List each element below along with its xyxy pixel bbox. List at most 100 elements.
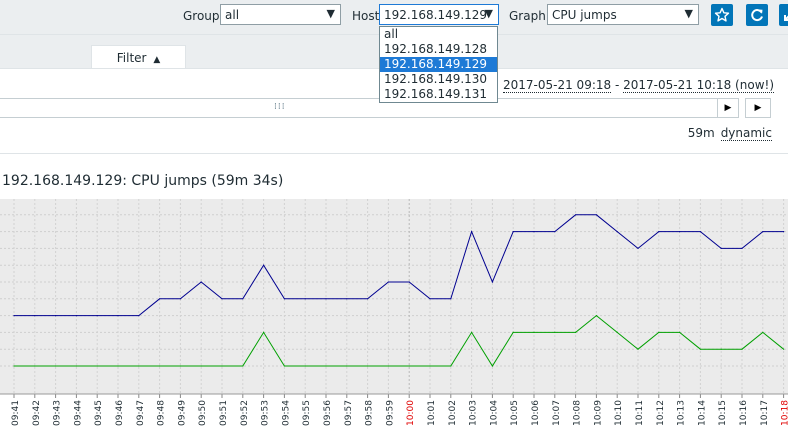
series-1-point — [367, 298, 369, 300]
time-to-link[interactable]: 2017-05-21 10:18 (now!) — [623, 78, 774, 93]
series-1-point — [679, 231, 681, 233]
chevron-down-icon: ▼ — [684, 7, 693, 20]
group-select[interactable]: all ▼ — [220, 4, 341, 25]
x-tick-label: 10:18 — [781, 400, 788, 426]
series-1-point — [283, 298, 285, 300]
graph-area: 09:41 09:42 09:43 09:44 09:45 09:46 09:47 09:48… — [0, 199, 788, 434]
refresh-icon — [751, 9, 763, 21]
host-select-value: 192.168.149.129 — [384, 8, 488, 22]
series-1-point — [96, 315, 98, 317]
series-1-point — [387, 281, 389, 283]
series-2-point — [512, 331, 514, 333]
x-tick-label: 09:52 — [240, 400, 250, 426]
series-2-point — [283, 365, 285, 367]
x-tick-label: 10:17 — [760, 400, 770, 426]
x-tick-label: 09:51 — [219, 400, 229, 426]
x-tick-label: 09:55 — [302, 400, 312, 426]
refresh-button[interactable] — [746, 4, 768, 26]
chevron-down-icon: ▼ — [484, 7, 493, 20]
series-2-point — [658, 331, 660, 333]
time-from-link[interactable]: 2017-05-21 09:18 — [503, 78, 612, 93]
period-row: 59m dynamic — [687, 126, 772, 141]
play-icon: ▶ — [754, 103, 762, 113]
scroll-forward-button[interactable]: ▶ — [745, 98, 771, 118]
series-2-point — [200, 365, 202, 367]
x-tick-label: 10:16 — [739, 400, 749, 426]
series-2-point — [75, 365, 77, 367]
series-1-point — [159, 298, 161, 300]
series-2-point — [450, 365, 452, 367]
series-2-point — [304, 365, 306, 367]
x-tick-label: 10:11 — [635, 400, 645, 426]
series-1-point — [741, 247, 743, 249]
series-1-point — [658, 231, 660, 233]
series-1-point — [554, 231, 556, 233]
x-tick-label: 09:48 — [157, 400, 167, 426]
x-tick-label: 10:04 — [489, 400, 499, 426]
series-1-point — [616, 231, 618, 233]
graph-title: 192.168.149.129: CPU jumps (59m 34s) — [2, 173, 284, 189]
series-2-point — [595, 315, 598, 317]
filter-tab-label: Filter — [116, 51, 147, 65]
series-1-point — [200, 281, 202, 283]
series-2-point — [575, 331, 577, 333]
series-2-point — [179, 365, 181, 367]
x-tick-label: 09:58 — [365, 400, 375, 426]
series-1-point — [450, 298, 452, 300]
series-2-point — [429, 365, 431, 367]
series-2-point — [138, 365, 140, 367]
host-option-128[interactable]: 192.168.149.128 — [380, 42, 497, 57]
series-2-point — [637, 348, 639, 350]
series-1-point — [533, 231, 535, 233]
series-2-point — [387, 365, 389, 367]
host-option-all[interactable]: all — [380, 27, 497, 42]
scroll-forward-small-button[interactable]: ▶ — [717, 98, 739, 118]
x-tick-label: 09:46 — [115, 400, 125, 426]
series-1-point — [13, 315, 15, 317]
series-1-point — [408, 281, 410, 283]
series-2-point — [325, 365, 327, 367]
series-1-point — [242, 298, 244, 300]
filter-tab[interactable]: Filter ▲ — [91, 45, 186, 69]
fullscreen-button[interactable] — [779, 4, 788, 26]
x-tick-label: 10:08 — [573, 400, 583, 426]
series-2-point — [762, 331, 764, 333]
x-tick-label: 09:54 — [281, 400, 291, 426]
series-1-point — [720, 247, 722, 249]
host-option-129[interactable]: 192.168.149.129 — [380, 57, 497, 72]
series-2-point — [471, 331, 473, 333]
host-option-130[interactable]: 192.168.149.130 — [380, 72, 497, 87]
grip-icon[interactable]: ⁞⁞⁞ — [274, 102, 286, 112]
series-1-point — [346, 298, 348, 300]
graph-label: Graph — [509, 9, 546, 23]
series-2-point — [221, 365, 223, 367]
timeline-scrollbar[interactable]: ⁞⁞⁞ — [0, 98, 738, 118]
period-value: 59m — [687, 126, 715, 140]
host-label: Host — [352, 9, 380, 23]
chevron-down-icon: ▼ — [326, 7, 335, 20]
group-label: Group — [183, 9, 220, 23]
series-2-point — [699, 348, 702, 350]
series-1-point — [34, 315, 36, 317]
x-tick-label: 10:01 — [427, 400, 437, 426]
series-1-point — [117, 315, 119, 317]
series-2-point — [263, 331, 265, 333]
series-1-point — [783, 231, 785, 233]
x-tick-label: 10:07 — [552, 400, 562, 426]
x-tick-label: 10:02 — [448, 400, 458, 426]
favourite-button[interactable] — [711, 4, 733, 26]
series-1-point — [512, 231, 514, 233]
series-2-point — [783, 348, 785, 350]
host-select[interactable]: 192.168.149.129 ▼ — [379, 4, 499, 25]
x-tick-label: 09:53 — [261, 400, 271, 426]
x-tick-label: 10:09 — [593, 400, 603, 426]
series-1-point — [221, 298, 223, 300]
play-icon: ▶ — [724, 103, 732, 113]
graph-select[interactable]: CPU jumps ▼ — [547, 4, 699, 25]
x-tick-label: 10:00 — [406, 400, 416, 426]
x-tick-label: 10:15 — [718, 400, 728, 426]
host-option-131[interactable]: 192.168.149.131 — [380, 87, 497, 102]
dynamic-toggle[interactable]: dynamic — [720, 126, 772, 141]
star-icon — [714, 7, 730, 22]
x-tick-label: 10:14 — [697, 400, 707, 426]
